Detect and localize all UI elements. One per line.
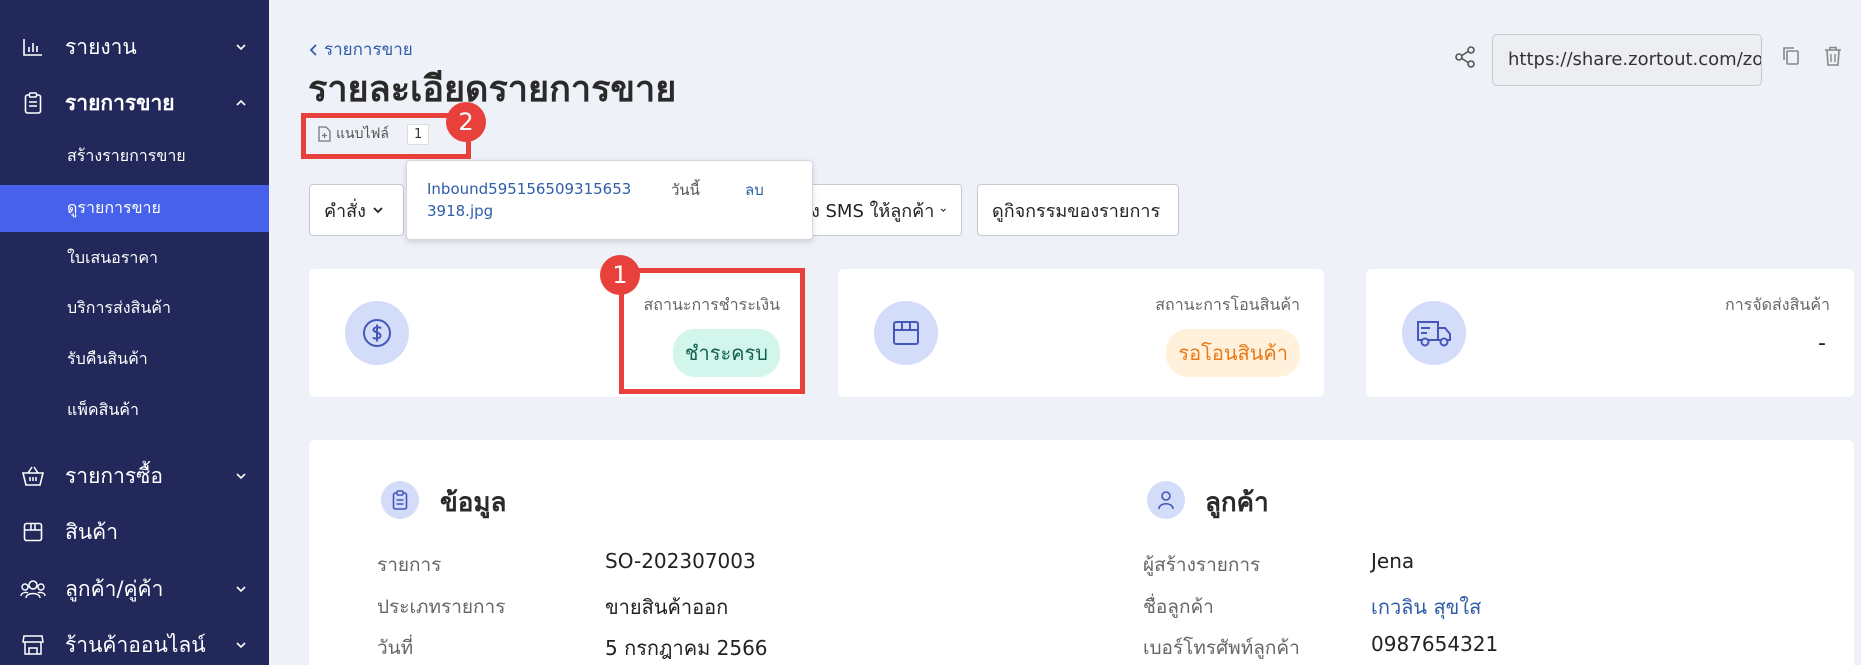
sidebar-item-purchases[interactable]: รายการซื้อ (0, 454, 269, 498)
sidebar-item-sales[interactable]: รายการขาย (0, 81, 269, 125)
transfer-status-card: สถานะการโอนสินค้า รอโอนสินค้า (838, 269, 1324, 397)
customer-section-title: ลูกค้า (1205, 488, 1269, 518)
breadcrumb[interactable]: รายการขาย (308, 36, 413, 63)
attachment-date: วันนี้ (671, 181, 700, 199)
order-date-value: 5 กรกฎาคม 2566 (605, 636, 768, 660)
chevron-up-icon (236, 99, 246, 106)
shipping-status-label: การจัดส่งสินค้า (1725, 295, 1830, 314)
order-number-label: รายการ (377, 554, 442, 576)
transfer-status-badge: รอโอนสินค้า (1166, 329, 1300, 377)
command-label: คำสั่ง (324, 200, 366, 222)
send-sms-dropdown-button[interactable]: ส่ง SMS ให้ลูกค้า (800, 184, 962, 236)
bar-chart-icon (20, 34, 46, 60)
order-number-value: SO-202307003 (605, 549, 756, 573)
creator-value: Jena (1371, 549, 1415, 573)
sidebar-item-label: ร้านค้าออนไลน์ (65, 632, 206, 657)
share-url-field[interactable]: https://share.zortout.com/zo (1492, 34, 1762, 86)
basket-icon (20, 463, 46, 489)
attachment-popover: Inbound5951565093156533918.jpg วันนี้ ลบ (406, 160, 813, 240)
clipboard-icon (381, 481, 419, 519)
sidebar-subitem-view-sales[interactable]: ดูรายการขาย (0, 185, 269, 232)
sidebar-subitem-label: บริการส่งสินค้า (67, 298, 171, 317)
box-icon (20, 519, 46, 545)
transfer-status-label: สถานะการโอนสินค้า (1155, 295, 1300, 314)
sidebar-item-label: รายการซื้อ (65, 463, 164, 488)
clipboard-icon (20, 90, 46, 116)
sidebar-item-reports[interactable]: รายงาน (0, 25, 269, 69)
view-activity-button[interactable]: ดูกิจกรรมของรายการ (977, 184, 1179, 236)
order-type-value: ขายสินค้าออก (605, 595, 729, 619)
users-icon (20, 576, 46, 602)
chevron-down-icon (236, 586, 246, 593)
sidebar-item-label: รายงาน (65, 34, 137, 59)
sidebar-subitem-label: ดูรายการขาย (67, 198, 161, 217)
marker-1: 1 (600, 255, 640, 295)
sidebar-subitem-label: ใบเสนอราคา (67, 248, 159, 267)
store-icon (20, 632, 46, 658)
send-sms-label: ส่ง SMS ให้ลูกค้า (800, 200, 935, 222)
chevron-down-icon (236, 473, 246, 480)
sidebar-subitem-returns[interactable]: รับคืนสินค้า (0, 336, 269, 383)
trash-icon[interactable] (1824, 46, 1842, 66)
order-type-label: ประเภทรายการ (377, 596, 506, 618)
chevron-left-icon (309, 43, 317, 56)
sidebar-item-contacts[interactable]: ลูกค้า/คู่ค้า (0, 567, 269, 611)
sidebar-item-label: ลูกค้า/คู่ค้า (65, 576, 164, 601)
customer-phone-label: เบอร์โทรศัพท์ลูกค้า (1143, 637, 1300, 659)
sidebar-item-online-store[interactable]: ร้านค้าออนไลน์ (0, 623, 269, 665)
customer-name-link[interactable]: เกวลิน สุขใส (1371, 591, 1481, 623)
chevron-down-icon (941, 208, 947, 212)
detail-panel: ข้อมูล รายการ SO-202307003 ประเภทรายการ … (309, 440, 1854, 665)
customer-name-label: ชื่อลูกค้า (1143, 596, 1214, 618)
share-icon[interactable] (1454, 46, 1476, 68)
sidebar-subitem-pack[interactable]: แพ็คสินค้า (0, 387, 269, 434)
dollar-icon (345, 301, 409, 365)
box-icon (874, 301, 938, 365)
attachment-file-link[interactable]: Inbound5951565093156533918.jpg (427, 178, 637, 222)
attachment-delete-link[interactable]: ลบ (745, 178, 764, 202)
sidebar-subitem-label: รับคืนสินค้า (67, 349, 148, 368)
sidebar-item-products[interactable]: สินค้า (0, 510, 269, 554)
highlight-box-payment (619, 268, 805, 394)
truck-icon (1402, 301, 1466, 365)
shipping-status-value: - (1818, 331, 1826, 356)
sidebar-subitem-label: สร้างรายการขาย (67, 146, 186, 165)
customer-phone-value: 0987654321 (1371, 632, 1499, 656)
sidebar-item-label: รายการขาย (65, 90, 175, 115)
creator-label: ผู้สร้างรายการ (1143, 554, 1261, 576)
breadcrumb-link[interactable]: รายการขาย (324, 36, 413, 63)
sidebar-subitem-quotation[interactable]: ใบเสนอราคา (0, 235, 269, 282)
info-section-title: ข้อมูล (440, 488, 507, 518)
marker-2: 2 (446, 102, 486, 142)
order-date-label: วันที่ (377, 637, 414, 659)
user-icon (1147, 481, 1185, 519)
sidebar-subitem-label: แพ็คสินค้า (67, 400, 139, 419)
command-dropdown-button[interactable]: คำสั่ง (309, 184, 404, 236)
page-title: รายละเอียดรายการขาย (308, 69, 677, 110)
chevron-down-icon (236, 642, 246, 649)
shipping-status-card: การจัดส่งสินค้า - (1366, 269, 1854, 397)
chevron-down-icon (373, 207, 383, 214)
sidebar-item-label: สินค้า (65, 519, 119, 544)
sidebar-subitem-shipping-service[interactable]: บริการส่งสินค้า (0, 285, 269, 332)
sidebar: รายงาน รายการขาย สร้างรายการขาย ดูรายการ… (0, 0, 269, 665)
sidebar-subitem-create-sale[interactable]: สร้างรายการขาย (0, 133, 269, 180)
copy-icon[interactable] (1782, 46, 1800, 66)
chevron-down-icon (236, 44, 246, 51)
